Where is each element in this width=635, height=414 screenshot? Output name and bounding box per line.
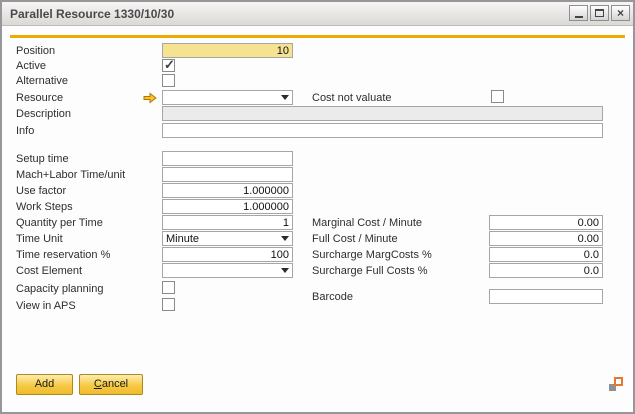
window-title: Parallel Resource 1330/10/30 (10, 7, 174, 21)
barcode-label: Barcode (312, 291, 353, 303)
marginal-cost-input[interactable] (489, 215, 603, 230)
cost-not-valuate-checkbox[interactable] (491, 90, 504, 103)
surcharge-full-costs-label: Surcharge Full Costs % (312, 265, 428, 277)
setup-time-input[interactable] (162, 151, 293, 166)
work-steps-label: Work Steps (16, 201, 73, 213)
add-button[interactable]: Add (16, 374, 73, 395)
cancel-button[interactable]: Cancel (79, 374, 143, 395)
mach-labor-time-input[interactable] (162, 167, 293, 182)
work-steps-input[interactable] (162, 199, 293, 214)
active-checkbox[interactable] (162, 59, 175, 72)
resource-label: Resource (16, 92, 63, 104)
use-factor-label: Use factor (16, 185, 66, 197)
minimize-icon (575, 16, 583, 18)
full-cost-label: Full Cost / Minute (312, 233, 398, 245)
quantity-per-time-label: Quantity per Time (16, 217, 103, 229)
chevron-down-icon (281, 236, 289, 241)
time-unit-value: Minute (163, 233, 281, 245)
resize-orange-square (614, 377, 623, 386)
alternative-label: Alternative (16, 75, 68, 87)
capacity-planning-label: Capacity planning (16, 283, 103, 295)
maximize-button[interactable] (590, 5, 609, 21)
chevron-down-icon (281, 268, 289, 273)
info-input[interactable] (162, 123, 603, 138)
surcharge-full-costs-input[interactable] (489, 263, 603, 278)
cancel-rest: ancel (102, 378, 128, 390)
position-input[interactable] (162, 43, 293, 58)
mach-labor-time-label: Mach+Labor Time/unit (16, 169, 125, 181)
resource-dropdown[interactable] (162, 90, 293, 105)
maximize-icon (595, 9, 604, 17)
active-label: Active (16, 60, 46, 72)
close-button[interactable]: × (611, 5, 630, 21)
time-unit-label: Time Unit (16, 233, 63, 245)
full-cost-input[interactable] (489, 231, 603, 246)
dialog-window: Parallel Resource 1330/10/30 × Position … (0, 0, 635, 414)
cost-element-dropdown[interactable] (162, 263, 293, 278)
chevron-down-icon (281, 95, 289, 100)
barcode-input[interactable] (489, 289, 603, 304)
view-in-aps-checkbox[interactable] (162, 298, 175, 311)
view-in-aps-label: View in APS (16, 300, 76, 312)
time-unit-dropdown[interactable]: Minute (162, 231, 293, 246)
description-input[interactable] (162, 106, 603, 121)
alternative-checkbox[interactable] (162, 74, 175, 87)
window-controls: × (569, 5, 630, 21)
cost-not-valuate-label: Cost not valuate (312, 92, 392, 104)
setup-time-label: Setup time (16, 153, 69, 165)
marginal-cost-label: Marginal Cost / Minute (312, 217, 422, 229)
title-bar[interactable]: Parallel Resource 1330/10/30 × (2, 2, 633, 26)
link-arrow-icon[interactable] (143, 91, 157, 103)
capacity-planning-checkbox[interactable] (162, 281, 175, 294)
surcharge-margcosts-label: Surcharge MargCosts % (312, 249, 432, 261)
use-factor-input[interactable] (162, 183, 293, 198)
form-resize-icon[interactable] (609, 377, 623, 391)
quantity-per-time-input[interactable] (162, 215, 293, 230)
minimize-button[interactable] (569, 5, 588, 21)
info-label: Info (16, 125, 34, 137)
close-icon: × (617, 7, 624, 19)
description-label: Description (16, 108, 71, 120)
cost-element-label: Cost Element (16, 265, 82, 277)
surcharge-margcosts-input[interactable] (489, 247, 603, 262)
time-reservation-input[interactable] (162, 247, 293, 262)
position-label: Position (16, 45, 55, 57)
accent-bar (10, 35, 625, 38)
time-reservation-label: Time reservation % (16, 249, 110, 261)
cancel-accel: C (94, 378, 102, 390)
